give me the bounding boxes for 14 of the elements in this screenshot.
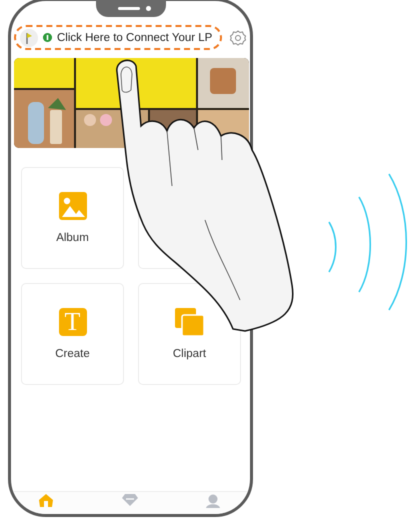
user-icon[interactable]: [206, 494, 220, 508]
diamond-icon[interactable]: [122, 494, 138, 506]
settings-icon[interactable]: [230, 30, 246, 46]
image-icon: [58, 192, 86, 220]
tile-label: Album: [56, 232, 89, 244]
home-icon[interactable]: [39, 494, 53, 507]
status-dot-icon: [43, 33, 52, 42]
connect-button[interactable]: Click Here to Connect Your LP: [14, 25, 222, 50]
copy-icon: [175, 308, 204, 336]
text-icon: T: [58, 308, 86, 336]
feature-tile[interactable]: T Create: [21, 283, 124, 385]
tile-label: Create: [55, 348, 90, 360]
feature-tile[interactable]: Album: [21, 167, 124, 269]
tile-label: Clipart: [172, 348, 206, 360]
